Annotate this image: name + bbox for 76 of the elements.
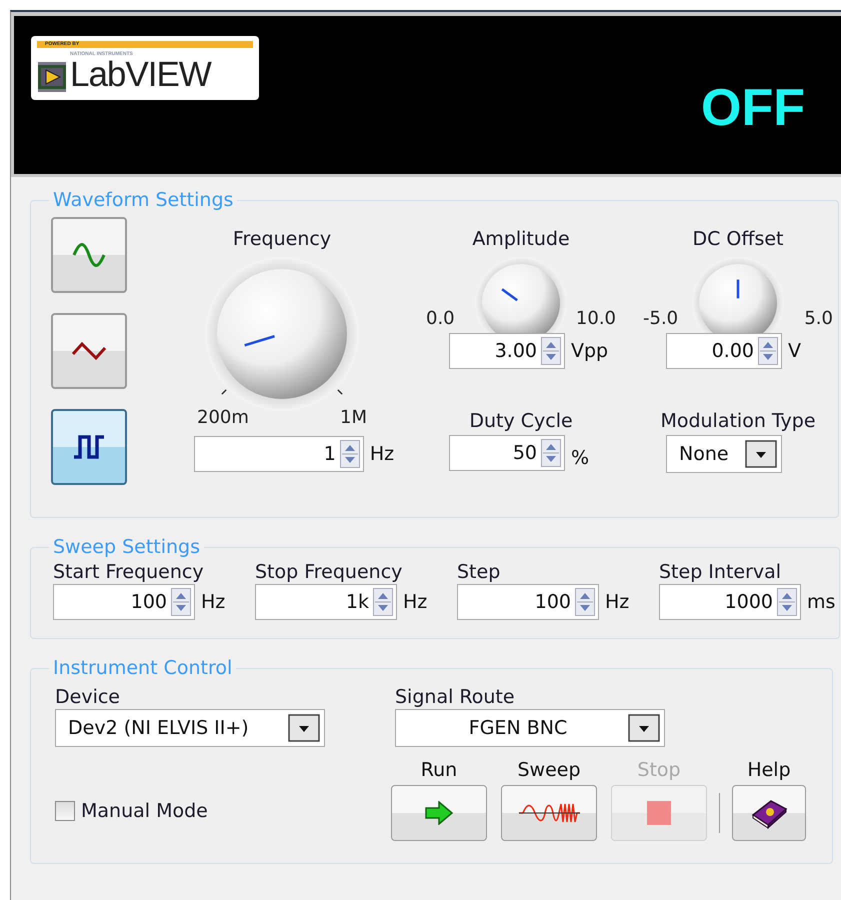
section-title: Waveform Settings [52, 189, 234, 211]
unit-label: Hz [403, 591, 428, 613]
scale-label: 10.0 [576, 308, 616, 330]
stop-icon [646, 800, 672, 826]
dropdown[interactable]: None [666, 435, 782, 474]
run-button[interactable] [391, 785, 487, 841]
sweep-button[interactable] [501, 785, 597, 841]
control-label: Step Interval [659, 560, 782, 584]
square-wave-icon [72, 434, 106, 460]
field-value: 1k [346, 591, 369, 613]
control-label: Signal Route [395, 685, 515, 709]
scale-label: 5.0 [804, 308, 833, 330]
book-icon [749, 797, 789, 829]
unit-label: Vpp [571, 340, 608, 362]
field-value: 100 [534, 591, 571, 613]
unit-label: V [788, 340, 801, 362]
button-label: Stop [637, 759, 681, 781]
unit-label: Hz [201, 591, 226, 613]
control-label: Stop Frequency [255, 560, 402, 584]
unit-label: Hz [370, 442, 394, 464]
numeric-field[interactable]: 0.00 [666, 333, 782, 370]
field-value: 100 [130, 591, 167, 613]
scale-label: 1M [340, 406, 367, 428]
section-title: Instrument Control [52, 657, 234, 679]
triangle-wave-icon [71, 340, 107, 362]
spinner-button[interactable] [171, 588, 191, 616]
button-label: Sweep [517, 759, 581, 781]
numeric-field[interactable]: 1 [194, 436, 364, 472]
unit-label: ms [807, 591, 836, 613]
dropdown[interactable]: FGEN BNC [395, 709, 665, 747]
section-title: Sweep Settings [52, 536, 202, 558]
control-label: DC Offset [692, 227, 784, 251]
field-value: 0.00 [712, 340, 754, 362]
logo-name: LabVIEW [70, 58, 211, 92]
checkbox[interactable] [55, 801, 75, 821]
control-label: Start Frequency [53, 560, 204, 584]
numeric-field[interactable]: 1k [255, 584, 397, 620]
waveform-button[interactable] [51, 409, 127, 485]
control-label: Device [55, 685, 120, 709]
unit-label: Hz [605, 591, 630, 613]
numeric-field[interactable]: 100 [53, 584, 195, 620]
control-label: Modulation Type [660, 409, 816, 434]
control-label: Amplitude [472, 227, 570, 251]
spinner-button[interactable] [541, 337, 561, 366]
spinner-button[interactable] [541, 439, 561, 468]
status-indicator: OFF [701, 78, 805, 138]
scale-label: 0.0 [426, 308, 455, 330]
chirp-wave-icon [517, 801, 581, 825]
control-label: Step [457, 560, 500, 584]
spinner-button[interactable] [758, 337, 778, 366]
field-value: 1 [324, 442, 336, 464]
numeric-field[interactable]: 50 [449, 435, 565, 472]
manual-mode-checkbox[interactable]: Manual Mode [55, 799, 327, 823]
dropdown[interactable]: Dev2 (NI ELVIS II+) [55, 709, 325, 747]
control-label: Frequency [232, 227, 332, 251]
spinner-button[interactable] [373, 588, 393, 616]
sine-wave-icon [72, 243, 106, 267]
spinner-button[interactable] [575, 588, 595, 616]
field-value: 1000 [724, 591, 773, 613]
numeric-field[interactable]: 3.00 [449, 333, 565, 370]
button-label: Help [747, 759, 791, 781]
arrow-icon [424, 801, 454, 825]
scale-label: -5.0 [643, 308, 678, 330]
numeric-field[interactable]: 100 [457, 584, 599, 620]
field-value: 50 [512, 442, 537, 464]
spinner-button[interactable] [340, 440, 360, 468]
field-value: 3.00 [494, 340, 537, 362]
spinner-button[interactable] [777, 588, 797, 616]
help-button[interactable] [732, 785, 806, 841]
waveform-button[interactable] [51, 313, 127, 389]
unit-label: % [571, 447, 590, 470]
control-label: Duty Cycle [469, 409, 573, 434]
numeric-field[interactable]: 1000 [659, 584, 801, 620]
logo-icon [37, 62, 67, 92]
scale-label: 200m [197, 406, 249, 428]
button-label: Run [420, 759, 458, 781]
